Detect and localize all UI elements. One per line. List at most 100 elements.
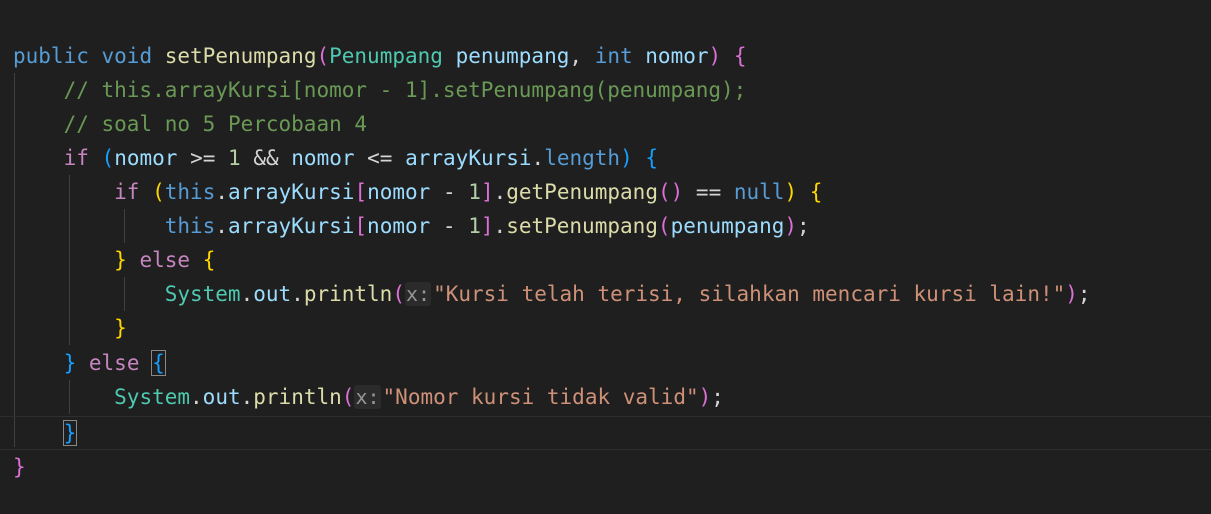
token: . — [215, 214, 228, 238]
code-line[interactable]: System.out.println(x: "Kursi telah terisi… — [13, 277, 1091, 311]
token: - — [442, 180, 456, 204]
code-editor[interactable]: public void setPenumpang(Penumpang penum… — [0, 0, 1211, 514]
token: ; — [797, 214, 810, 238]
code-line[interactable]: } — [13, 416, 78, 450]
comment: // soal no 5 Percobaan 4 — [63, 112, 368, 136]
token: ) — [784, 180, 798, 204]
token: println — [303, 282, 393, 306]
token: if — [63, 146, 89, 170]
token: [ — [354, 214, 368, 238]
bracket-match-highlight: } — [62, 420, 78, 446]
token: ) — [784, 214, 798, 238]
token: arrayKursi — [227, 214, 355, 238]
current-line-highlight — [0, 416, 1211, 450]
token: } — [63, 351, 77, 375]
token: . — [190, 385, 203, 409]
code-line[interactable]: // this.arrayKursi[nomor - 1].setPenumpa… — [13, 73, 747, 107]
code-line[interactable]: } — [13, 311, 127, 345]
token: else — [88, 351, 140, 375]
token: ) — [1065, 282, 1078, 306]
parameter-hint: x: — [405, 282, 432, 306]
token: () — [657, 180, 684, 204]
code-line[interactable]: } else { — [13, 243, 215, 277]
code-line[interactable]: public void setPenumpang(Penumpang penum… — [13, 39, 746, 73]
token: } — [114, 248, 127, 272]
token: out — [202, 385, 241, 409]
token: nomor — [367, 180, 431, 204]
token: 1 — [228, 146, 241, 170]
token: ( — [101, 146, 115, 170]
token: == — [695, 180, 722, 204]
token: ( — [392, 282, 405, 306]
token: . — [493, 180, 507, 204]
token: . — [240, 385, 254, 409]
token: arrayKursi — [228, 180, 355, 204]
token: . — [291, 282, 304, 306]
token: . — [531, 146, 545, 170]
token: 1 — [468, 214, 481, 238]
token: setPenumpang — [164, 44, 317, 68]
token: <= — [367, 146, 393, 170]
token: null — [733, 180, 785, 204]
token: - — [442, 214, 456, 238]
token: , — [569, 44, 583, 68]
token: System — [114, 385, 191, 409]
code-line[interactable]: // soal no 5 Percobaan 4 — [13, 107, 367, 141]
token: ) — [708, 44, 722, 68]
token: . — [240, 282, 254, 306]
token: { — [733, 44, 747, 68]
token: 1 — [468, 180, 481, 204]
code-line[interactable]: } else { — [13, 346, 166, 380]
token: { — [202, 248, 216, 272]
token: . — [215, 180, 228, 204]
token: out — [253, 282, 292, 306]
token: ( — [657, 214, 671, 238]
token: nomor — [367, 214, 431, 238]
token: ) — [698, 385, 712, 409]
token: >= — [190, 146, 216, 170]
token: ) — [620, 146, 633, 170]
token: nomor — [645, 44, 709, 68]
token: penumpang — [670, 214, 785, 238]
token: System — [164, 282, 241, 306]
token: nomor — [291, 146, 355, 170]
code-line[interactable]: } — [13, 450, 26, 484]
token: this — [164, 180, 216, 204]
string-literal: "Nomor kursi tidak valid" — [382, 385, 699, 409]
token: getPenumpang — [506, 180, 658, 204]
code-line[interactable]: if (this.arrayKursi[nomor - 1].getPenump… — [13, 175, 822, 209]
token: arrayKursi — [405, 146, 532, 170]
token: . — [493, 214, 507, 238]
bracket-match-highlight: { — [151, 350, 166, 376]
comment: // this.arrayKursi[nomor - 1].setPenumpa… — [63, 78, 747, 102]
token: int — [594, 44, 633, 68]
token: println — [253, 385, 342, 409]
code-line[interactable]: if (nomor >= 1 && nomor <= arrayKursi.le… — [13, 141, 658, 175]
token: ( — [316, 44, 330, 68]
token: { — [809, 180, 823, 204]
token: ; — [1077, 282, 1091, 306]
token: else — [139, 248, 191, 272]
token: } — [114, 316, 127, 340]
token: public — [13, 44, 89, 68]
token: nomor — [114, 146, 178, 170]
token: && — [253, 146, 279, 170]
token: setPenumpang — [506, 214, 658, 238]
token: ] — [480, 180, 494, 204]
token: ; — [711, 385, 724, 409]
token: this — [164, 214, 216, 238]
token: ( — [341, 385, 355, 409]
token: [ — [354, 180, 368, 204]
token: { — [645, 146, 659, 170]
token: if — [114, 180, 140, 204]
parameter-hint: x: — [354, 385, 381, 409]
token: length — [544, 146, 621, 170]
token: void — [101, 44, 153, 68]
token: penumpang — [455, 44, 570, 68]
string-literal: "Kursi telah terisi, silahkan mencari ku… — [433, 282, 1066, 306]
token: } — [13, 455, 26, 479]
code-line[interactable]: System.out.println(x: "Nomor kursi tidak … — [13, 380, 724, 414]
token: ] — [480, 214, 494, 238]
token: Penumpang — [329, 44, 443, 68]
code-line[interactable]: this.arrayKursi[nomor - 1].setPenumpang(… — [13, 209, 810, 243]
